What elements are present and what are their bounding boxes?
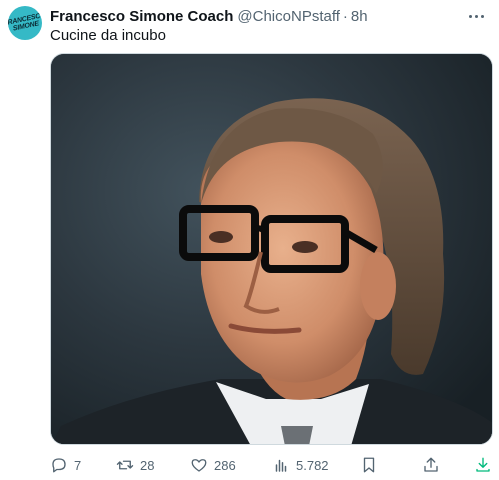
share-button[interactable]: [422, 455, 440, 475]
bar-chart-icon: [275, 459, 287, 472]
separator-dot: ·: [342, 7, 348, 25]
more-options-icon[interactable]: [463, 6, 489, 26]
heart-icon: [191, 459, 207, 472]
repost-icon: [116, 460, 134, 470]
like-count: 286: [214, 457, 236, 473]
bookmark-icon: [363, 457, 375, 473]
avatar[interactable]: FRANCESCO SIMONE: [8, 6, 42, 40]
user-handle[interactable]: @ChicoNPstaff: [237, 8, 340, 25]
display-name[interactable]: Francesco Simone Coach: [50, 8, 233, 25]
view-count: 5.782: [296, 457, 329, 473]
like-button[interactable]: 286: [190, 455, 236, 475]
reply-icon: [52, 458, 66, 473]
tweet-header: Francesco Simone Coach @ChicoNPstaff · 8…: [50, 6, 368, 26]
reply-count: 7: [74, 457, 82, 473]
tweet-photo[interactable]: [50, 53, 493, 445]
share-icon: [424, 457, 438, 472]
download-icon: [476, 457, 490, 472]
man-with-glasses-photo: [51, 54, 492, 444]
avatar-logo: FRANCESCO SIMONE: [8, 11, 42, 33]
tweet-actions: 7 28 286 5.782: [50, 455, 493, 475]
download-button[interactable]: [474, 455, 492, 475]
tweet-text: Cucine da incubo: [50, 27, 166, 44]
repost-count: 28: [140, 457, 155, 473]
reply-button[interactable]: 7: [50, 455, 81, 475]
tweet[interactable]: FRANCESCO SIMONE Francesco Simone Coach …: [0, 0, 499, 480]
views-button[interactable]: 5.782: [272, 455, 329, 475]
bookmark-button[interactable]: [360, 455, 378, 475]
repost-button[interactable]: 28: [116, 455, 154, 475]
timestamp[interactable]: 8h: [351, 8, 368, 25]
